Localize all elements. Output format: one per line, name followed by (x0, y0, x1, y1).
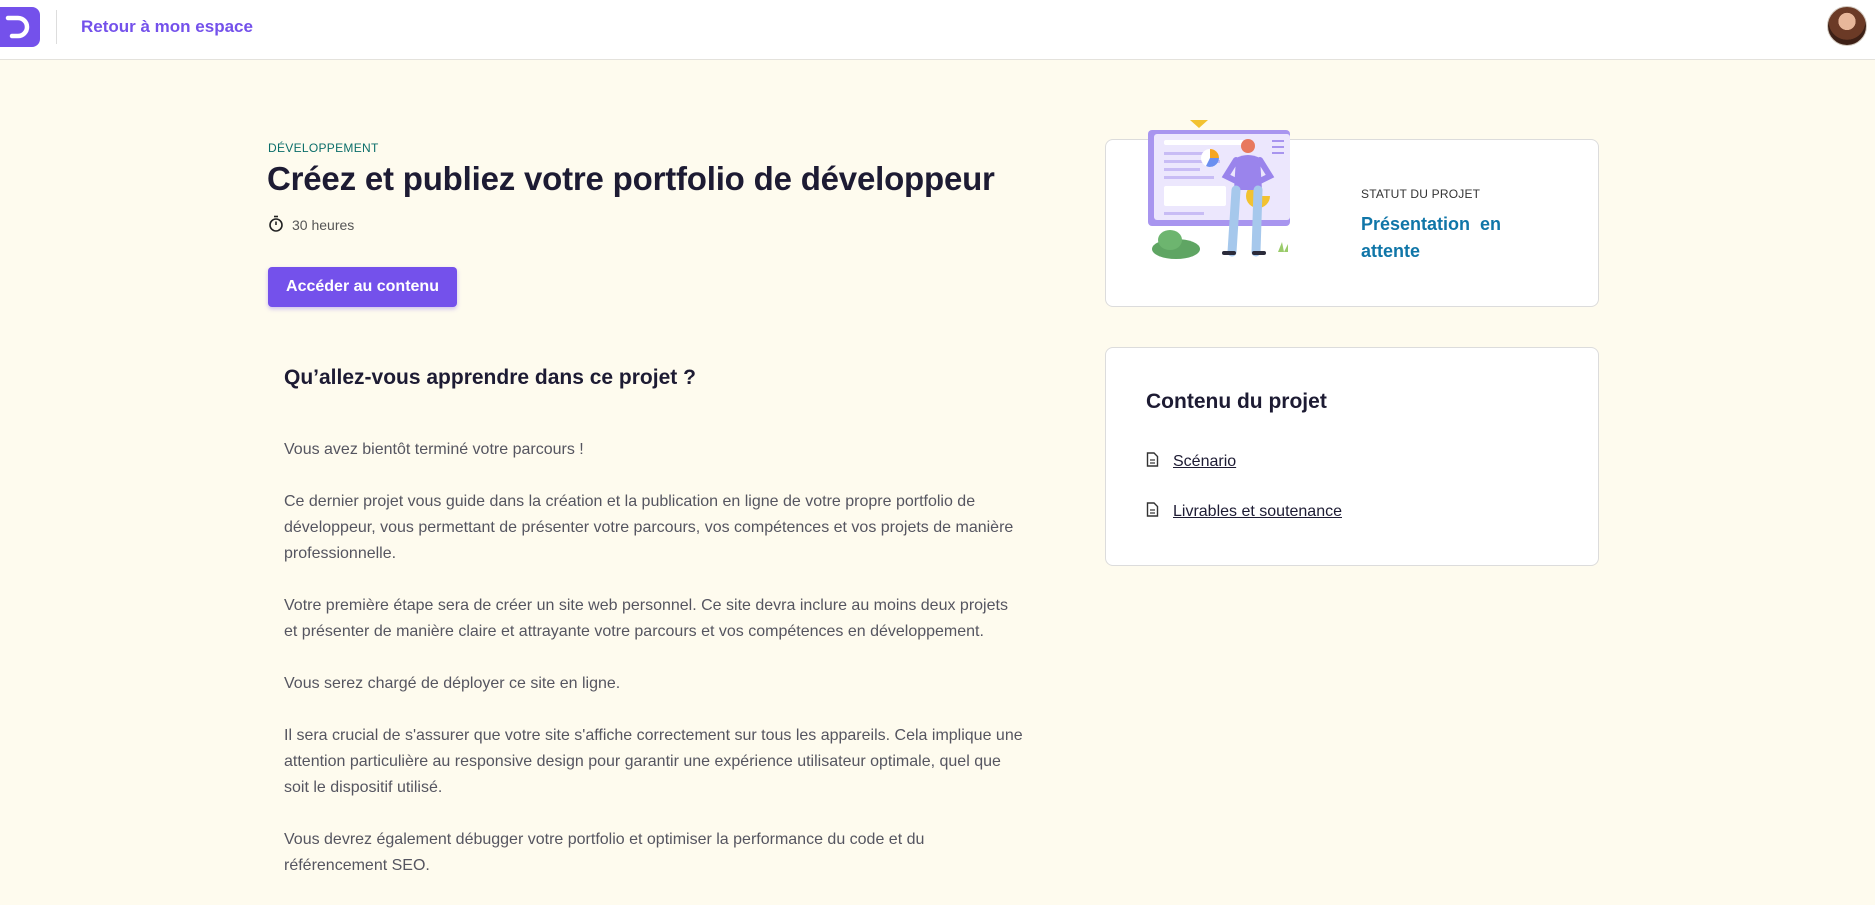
duration-text: 30 heures (292, 217, 355, 233)
openclassrooms-logo-icon[interactable] (0, 7, 40, 47)
learn-heading: Qu’allez-vous apprendre dans ce projet ? (284, 366, 696, 389)
top-bar: Retour à mon espace (0, 0, 1875, 60)
content-link-deliverables[interactable]: Livrables et soutenance (1173, 503, 1342, 521)
description-paragraph: Vous serez chargé de déployer ce site en… (284, 675, 621, 692)
project-category: DÉVELOPPEMENT (268, 141, 379, 155)
stopwatch-icon (268, 215, 284, 235)
content-title: Contenu du projet (1146, 390, 1327, 413)
project-description: Vous avez bientôt terminé votre parcours… (284, 437, 1024, 905)
project-status-illustration (1142, 116, 1322, 266)
back-to-dashboard-link[interactable]: Retour à mon espace (81, 17, 253, 37)
description-paragraph: Vous devrez également débugger votre por… (284, 831, 925, 874)
description-paragraph: Vous avez bientôt terminé votre parcours… (284, 441, 584, 458)
status-value: Présentation en attente (1361, 214, 1502, 261)
content-item-deliverables[interactable]: Livrables et soutenance (1146, 502, 1342, 522)
document-icon (1146, 502, 1159, 522)
description-paragraph: Votre première étape sera de créer un si… (284, 597, 1008, 640)
project-duration: 30 heures (268, 215, 354, 235)
user-avatar[interactable] (1827, 6, 1867, 46)
content-item-scenario[interactable]: Scénario (1146, 452, 1236, 472)
content-link-scenario[interactable]: Scénario (1173, 453, 1236, 471)
description-paragraph: Ce dernier projet vous guide dans la cré… (284, 493, 1014, 562)
description-paragraph: Il sera crucial de s'assurer que votre s… (284, 727, 1023, 796)
access-content-button[interactable]: Accéder au contenu (268, 267, 457, 307)
page-title: Créez et publiez votre portfolio de déve… (267, 160, 995, 197)
document-icon (1146, 452, 1159, 472)
status-label: STATUT DU PROJET (1361, 187, 1481, 201)
header-divider (56, 10, 57, 44)
